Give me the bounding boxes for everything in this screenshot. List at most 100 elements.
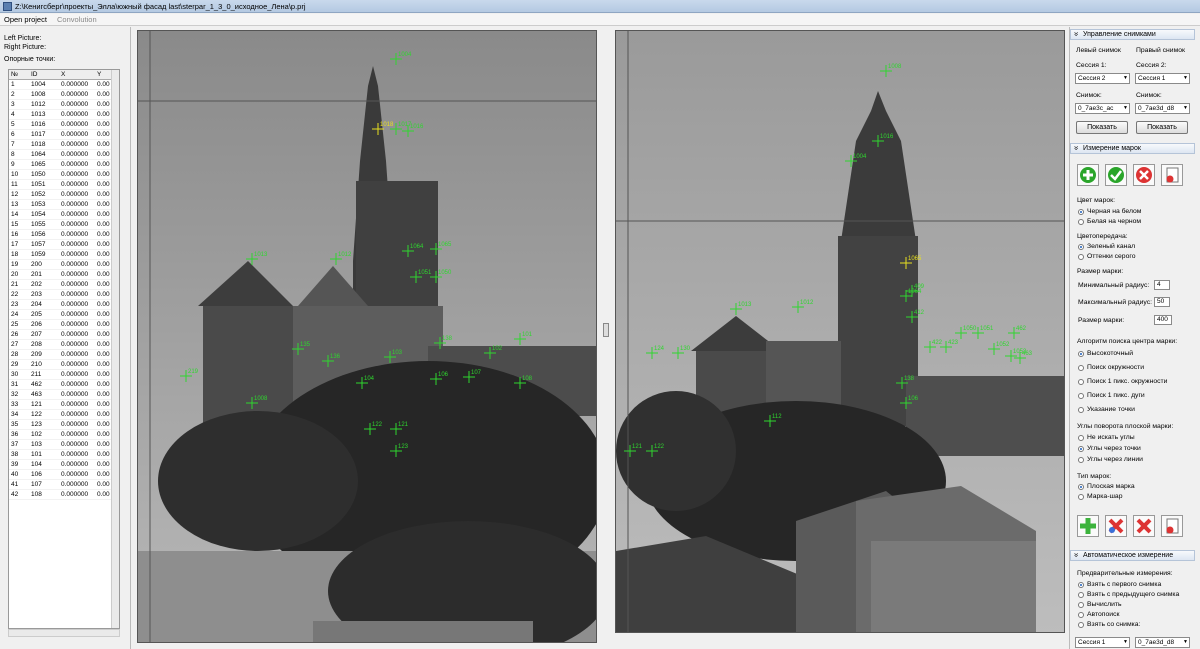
remove-all-icon[interactable]: [1133, 515, 1155, 537]
table-row[interactable]: 40 106 0.000000 0.00: [9, 470, 119, 480]
add-mark-icon[interactable]: [1077, 164, 1099, 186]
table-cell: 0.000000: [61, 231, 89, 238]
table-row[interactable]: 11 1051 0.000000 0.00: [9, 180, 119, 190]
pre-session-select[interactable]: Сессия 1: [1075, 637, 1130, 648]
table-row[interactable]: 25 206 0.000000 0.00: [9, 320, 119, 330]
table-row[interactable]: 7 1018 0.000000 0.00: [9, 140, 119, 150]
table-row[interactable]: 26 207 0.000000 0.00: [9, 330, 119, 340]
table-row[interactable]: 15 1055 0.000000 0.00: [9, 220, 119, 230]
table-row[interactable]: 42 108 0.000000 0.00: [9, 490, 119, 500]
table-row[interactable]: 13 1053 0.000000 0.00: [9, 200, 119, 210]
views-divider[interactable]: [600, 27, 612, 647]
table-row[interactable]: 3 1012 0.000000 0.00: [9, 100, 119, 110]
table-cell: 2: [11, 91, 15, 98]
table-row[interactable]: 30 211 0.000000 0.00: [9, 370, 119, 380]
remove-point-icon[interactable]: [1105, 515, 1127, 537]
clear-file-icon[interactable]: [1161, 515, 1183, 537]
shot1-select[interactable]: 0_7ae3c_ac: [1075, 103, 1130, 114]
table-row[interactable]: 20 201 0.000000 0.00: [9, 270, 119, 280]
algo-radio-2[interactable]: [1078, 365, 1084, 371]
table-row[interactable]: 31 462 0.000000 0.00: [9, 380, 119, 390]
table-vscroll[interactable]: [111, 70, 119, 628]
section-mark-measure[interactable]: Измерение марок: [1070, 143, 1195, 154]
max-radius-input[interactable]: 50: [1154, 297, 1170, 307]
show-left-button[interactable]: Показать: [1076, 121, 1128, 134]
pre-radio-3[interactable]: [1078, 602, 1084, 608]
table-row[interactable]: 4 1013 0.000000 0.00: [9, 110, 119, 120]
algo-radio-5[interactable]: [1078, 407, 1084, 413]
pre-radio-4[interactable]: [1078, 612, 1084, 618]
table-row[interactable]: 27 208 0.000000 0.00: [9, 340, 119, 350]
transfer-radio-2[interactable]: [1078, 254, 1084, 260]
cancel-mark-icon[interactable]: [1133, 164, 1155, 186]
pre-radio-2[interactable]: [1078, 592, 1084, 598]
angle-radio-3[interactable]: [1078, 457, 1084, 463]
show-right-button[interactable]: Показать: [1136, 121, 1188, 134]
angle-radio-1[interactable]: [1078, 435, 1084, 441]
table-row[interactable]: 24 205 0.000000 0.00: [9, 310, 119, 320]
pre-shot-select[interactable]: 0_7ae3d_d8: [1135, 637, 1190, 648]
table-row[interactable]: 22 203 0.000000 0.00: [9, 290, 119, 300]
table-row[interactable]: 6 1017 0.000000 0.00: [9, 130, 119, 140]
table-row[interactable]: 1 1004 0.000000 0.00: [9, 80, 119, 90]
algo-radio-4[interactable]: [1078, 393, 1084, 399]
table-row[interactable]: 18 1059 0.000000 0.00: [9, 250, 119, 260]
table-row[interactable]: 41 107 0.000000 0.00: [9, 480, 119, 490]
table-row[interactable]: 23 204 0.000000 0.00: [9, 300, 119, 310]
table-row[interactable]: 28 209 0.000000 0.00: [9, 350, 119, 360]
menu-open-project[interactable]: Open project: [4, 15, 47, 24]
table-row[interactable]: 5 1016 0.000000 0.00: [9, 120, 119, 130]
table-row[interactable]: 29 210 0.000000 0.00: [9, 360, 119, 370]
type-radio-2[interactable]: [1078, 494, 1084, 500]
transfer-radio-1[interactable]: [1078, 244, 1084, 250]
shot2-select[interactable]: 0_7ae3d_d8: [1135, 103, 1190, 114]
min-radius-input[interactable]: 4: [1154, 280, 1170, 290]
table-row[interactable]: 37 103 0.000000 0.00: [9, 440, 119, 450]
color-radio-2[interactable]: [1078, 219, 1084, 225]
pre-radio-1[interactable]: [1078, 582, 1084, 588]
table-row[interactable]: 34 122 0.000000 0.00: [9, 410, 119, 420]
menu-convolution[interactable]: Convolution: [57, 15, 97, 24]
type-radio-1[interactable]: [1078, 484, 1084, 490]
table-row[interactable]: 35 123 0.000000 0.00: [9, 420, 119, 430]
table-row[interactable]: 8 1064 0.000000 0.00: [9, 150, 119, 160]
column-header[interactable]: Y: [95, 70, 111, 79]
left-photo-view[interactable]: 1004 1013 1012 1016 1017 1018 1064 1065 1050 1051…: [137, 30, 597, 643]
table-row[interactable]: 2 1008 0.000000 0.00: [9, 90, 119, 100]
table-row[interactable]: 14 1054 0.000000 0.00: [9, 210, 119, 220]
table-row[interactable]: 21 202 0.000000 0.00: [9, 280, 119, 290]
ref-points-table[interactable]: № ID X Y 1 1004 0.000000 0.00 2 1008 0.000000 0.00…: [8, 69, 120, 629]
add-point-icon[interactable]: [1077, 515, 1099, 537]
table-hscroll[interactable]: [8, 629, 120, 637]
table-row[interactable]: 16 1056 0.000000 0.00: [9, 230, 119, 240]
color-radio-1[interactable]: [1078, 209, 1084, 215]
section-auto-measure[interactable]: Автоматическое измерение: [1070, 550, 1195, 561]
column-header[interactable]: X: [59, 70, 95, 79]
section-shot-control[interactable]: Управление снимками: [1070, 29, 1195, 40]
column-header[interactable]: ID: [29, 70, 59, 79]
table-row[interactable]: 33 121 0.000000 0.00: [9, 400, 119, 410]
table-row[interactable]: 10 1050 0.000000 0.00: [9, 170, 119, 180]
algo-radio-1[interactable]: [1078, 351, 1084, 357]
right-photo-view[interactable]: 1008 1016 1004 1013 1012 1065 1064 1050 1051 1052…: [615, 30, 1065, 633]
session2-select[interactable]: Сессия 1: [1135, 73, 1190, 84]
table-row[interactable]: 32 463 0.000000 0.00: [9, 390, 119, 400]
mark-size-input[interactable]: 400: [1154, 315, 1172, 325]
table-row[interactable]: 12 1052 0.000000 0.00: [9, 190, 119, 200]
pre-radio-5[interactable]: [1078, 622, 1084, 628]
delete-file-icon[interactable]: [1161, 164, 1183, 186]
confirm-mark-icon[interactable]: [1105, 164, 1127, 186]
table-row[interactable]: 39 104 0.000000 0.00: [9, 460, 119, 470]
table-row[interactable]: 17 1057 0.000000 0.00: [9, 240, 119, 250]
angle-radio-2[interactable]: [1078, 446, 1084, 452]
divider-grip-icon[interactable]: [603, 323, 609, 337]
marker-label: 1016: [410, 124, 424, 130]
column-header[interactable]: №: [9, 70, 29, 79]
table-row[interactable]: 38 101 0.000000 0.00: [9, 450, 119, 460]
table-cell: 0.00: [97, 431, 110, 438]
session1-select[interactable]: Сессия 2: [1075, 73, 1130, 84]
table-row[interactable]: 19 200 0.000000 0.00: [9, 260, 119, 270]
table-row[interactable]: 36 102 0.000000 0.00: [9, 430, 119, 440]
algo-radio-3[interactable]: [1078, 379, 1084, 385]
table-row[interactable]: 9 1065 0.000000 0.00: [9, 160, 119, 170]
